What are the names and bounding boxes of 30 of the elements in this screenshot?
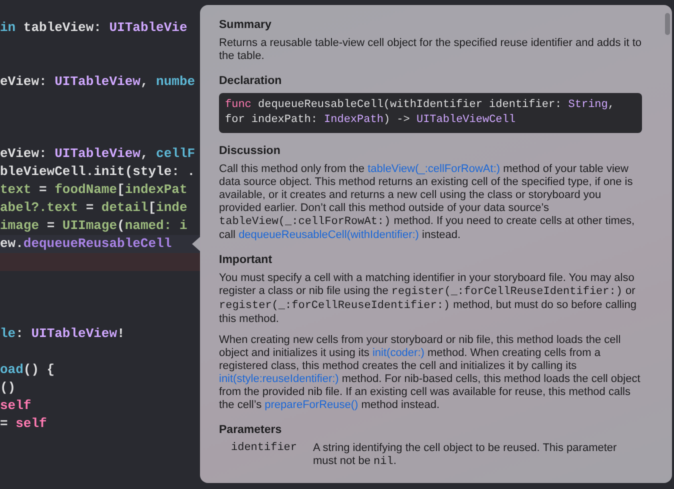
code-line: le: UITableView! <box>0 325 126 343</box>
code-line: () <box>0 379 17 397</box>
declaration-code: func dequeueReusableCell(withIdentifier identifier: String, for indexPath: IndexPath) -> UITableViewCell <box>219 93 642 133</box>
code-line: = self <box>0 415 48 433</box>
link[interactable]: tableView(_:cellForRowAt:) <box>368 163 500 175</box>
link[interactable]: init(coder:) <box>372 347 424 359</box>
parameter-name: identifier <box>231 442 298 456</box>
link[interactable]: prepareForReuse() <box>264 399 358 411</box>
scrollbar-thumb[interactable] <box>665 13 670 35</box>
section-heading: Parameters <box>219 424 283 437</box>
code-line: bleViewCell.init(style: . <box>0 163 196 181</box>
paragraph: You must specify a cell with a matching identifier in your storyboard file. You may also register a class or nib file using the register(_:forCellReuseIdentifier:) or register(_:forCellReuseIdentifier:) method, but must do so before calling this method. <box>219 272 638 326</box>
section-heading: Summary <box>219 19 272 32</box>
section-heading: Important <box>219 254 274 267</box>
code-line: in tableView: UITableVie <box>0 19 188 37</box>
paragraph: Call this method only from the tableView(_:cellForRowAt:) method of your table view data source object. This method returns an existing cell of the specified type, if one is available, or it creates and returns a new cell using the class or storyboard you provided earlier. Don’t call this method outside of your data source’s tableView(_:cellForRowAt:) method. If you need to create cells at other times, call dequeueReusableCell(withIdentifier:) instead. <box>219 163 636 242</box>
section-heading: Declaration <box>219 75 283 88</box>
code-line: image = UIImage(named: i <box>0 217 188 235</box>
code-line: self <box>0 397 32 415</box>
link[interactable]: dequeueReusableCell(withIdentifier:) <box>238 229 419 241</box>
paragraph: When creating new cells from your storyboard or nib file, this method loads the cell object and initializes it using its init(coder:) method. When creating cells from a registered class, this method creates the cell and initializes it by calling its init(style:reuseIdentifier:) method. For nib-based cells, this method loads the cell object from the provided nib file. If an existing cell was available for reuse, this method calls the cell’s prepareForReuse() method instead. <box>219 334 642 412</box>
link[interactable]: init(style:reuseIdentifier:) <box>219 373 339 385</box>
code-line: oad() { <box>0 361 56 379</box>
paragraph: Returns a reusable table-view cell object for the specified reuse identifier and adds it to the table. <box>219 37 642 63</box>
code-line: abel?.text = detail[inde <box>0 199 188 217</box>
code-line: text = foodName[indexPat <box>0 181 188 199</box>
code-line: eView: UITableView, numbe <box>0 73 196 91</box>
code-line: eView: UITableView, cellF <box>0 145 196 163</box>
section-heading: Discussion <box>219 145 282 158</box>
paragraph: A string identifying the cell object to be reused. This parameter must not be nil. <box>313 442 618 469</box>
